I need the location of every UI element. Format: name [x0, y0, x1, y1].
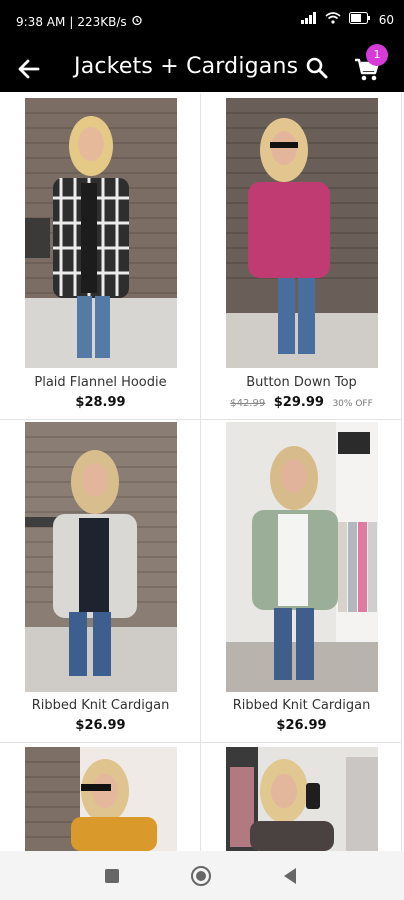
battery-level: 60 — [378, 12, 394, 27]
home-icon[interactable] — [190, 865, 212, 892]
search-icon[interactable] — [304, 55, 330, 81]
status-network-speed: 223KB/s — [77, 14, 127, 29]
product-card[interactable] — [0, 743, 201, 851]
back-arrow-icon[interactable] — [14, 54, 44, 84]
product-image[interactable] — [226, 422, 378, 692]
alarm-icon — [131, 14, 143, 29]
product-image[interactable] — [25, 747, 177, 851]
product-name[interactable]: Ribbed Knit Cardigan — [0, 698, 201, 713]
product-image[interactable] — [25, 422, 177, 692]
product-card[interactable] — [201, 743, 402, 851]
original-price: $42.99 — [230, 398, 266, 409]
signal-icon — [300, 12, 317, 27]
app-header: Jackets + Cardigans — [0, 44, 404, 92]
battery-icon — [348, 12, 371, 27]
discount-label: 30% OFF — [332, 399, 373, 409]
recent-apps-icon[interactable] — [104, 868, 120, 889]
status-bar: 9:38 AM | 223KB/s 60 — [0, 0, 404, 44]
back-nav-icon[interactable] — [282, 867, 298, 890]
product-image[interactable] — [226, 747, 378, 851]
current-price: $29.99 — [273, 395, 324, 410]
wifi-icon — [325, 12, 341, 27]
product-price: $26.99 — [0, 718, 201, 733]
product-price: $26.99 — [201, 718, 402, 733]
product-card[interactable]: Ribbed Knit Cardigan $26.99 — [0, 420, 201, 743]
product-card[interactable]: Ribbed Knit Cardigan $26.99 — [201, 420, 402, 743]
status-right: 60 — [300, 12, 394, 27]
product-price: $28.99 — [0, 395, 201, 410]
product-image[interactable] — [226, 98, 378, 368]
product-name[interactable]: Button Down Top — [201, 375, 402, 390]
cart-count-badge: 1 — [366, 44, 388, 66]
status-left: 9:38 AM | 223KB/s — [16, 14, 143, 29]
status-time: 9:38 AM — [16, 14, 66, 29]
product-price: $42.99 $29.99 30% OFF — [201, 395, 402, 410]
product-name[interactable]: Plaid Flannel Hoodie — [0, 375, 201, 390]
product-name[interactable]: Ribbed Knit Cardigan — [201, 698, 402, 713]
status-separator: | — [69, 14, 74, 29]
product-card[interactable]: Button Down Top $42.99 $29.99 30% OFF — [201, 93, 402, 420]
current-price: $28.99 — [75, 395, 126, 410]
product-card[interactable]: Plaid Flannel Hoodie $28.99 — [0, 93, 201, 420]
page-title: Jackets + Cardigans — [74, 54, 299, 79]
current-price: $26.99 — [75, 718, 126, 733]
product-grid: Plaid Flannel Hoodie $28.99 Button Down … — [0, 93, 404, 851]
current-price: $26.99 — [276, 718, 327, 733]
product-image[interactable] — [25, 98, 177, 368]
system-navigation-bar — [0, 851, 404, 900]
